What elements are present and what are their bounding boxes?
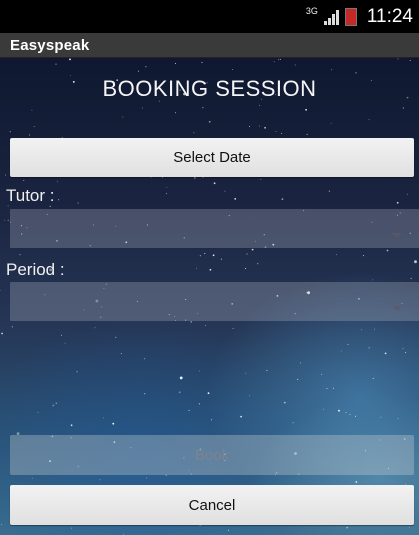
app-title: Easyspeak: [10, 36, 90, 54]
action-bar: Easyspeak: [0, 33, 419, 58]
period-dropdown[interactable]: [10, 282, 419, 321]
dropdown-arrow-icon: [392, 233, 402, 238]
cancel-button[interactable]: Cancel: [10, 485, 414, 525]
tutor-dropdown[interactable]: [10, 209, 419, 248]
booking-form: BOOKING SESSION Select Date Tutor : Peri…: [0, 58, 419, 535]
period-label: Period :: [6, 260, 65, 279]
tutor-label: Tutor :: [6, 186, 55, 205]
app-screen: 3G 11:24 Easyspeak BOOKING SESSION Selec…: [0, 0, 419, 535]
page-title: BOOKING SESSION: [102, 76, 317, 101]
status-time: 11:24: [366, 6, 413, 27]
network-type: 3G: [305, 5, 318, 16]
battery-icon: [344, 8, 357, 26]
status-bar: 3G 11:24: [0, 0, 419, 33]
book-button[interactable]: Book: [10, 435, 414, 475]
select-date-button[interactable]: Select Date: [10, 138, 414, 177]
dropdown-arrow-icon: [392, 306, 402, 311]
status-indicators: 3G 11:24: [306, 6, 413, 28]
signal-icon: [323, 9, 339, 25]
